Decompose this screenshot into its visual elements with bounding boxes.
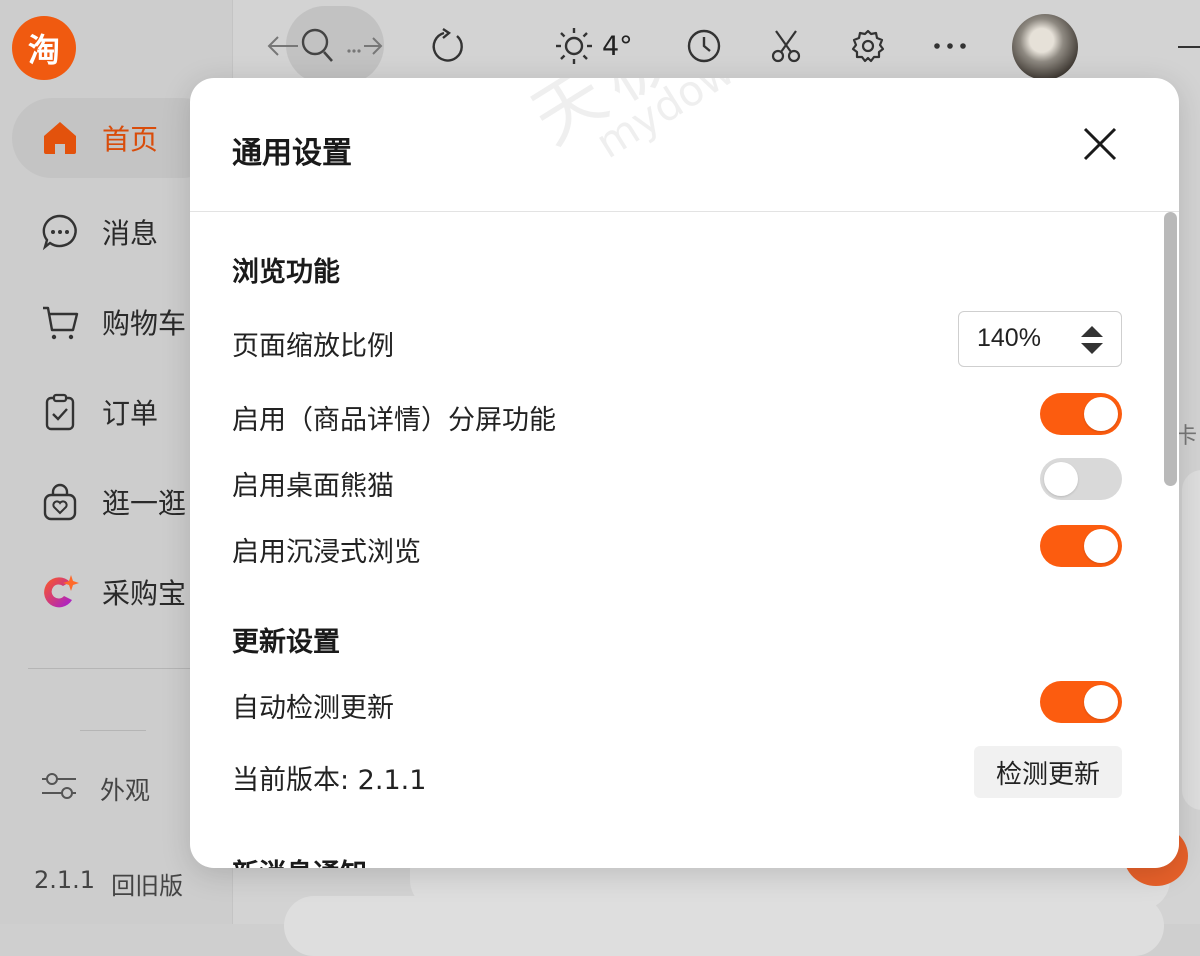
order-icon: [40, 392, 80, 432]
sidebar-divider: [28, 668, 198, 669]
close-icon: [1083, 127, 1117, 161]
gear-icon[interactable]: [850, 22, 886, 70]
zoom-stepper[interactable]: 140%: [958, 311, 1122, 367]
scrollbar-thumb[interactable]: [1164, 212, 1177, 486]
message-icon: [40, 212, 80, 252]
desktop-panda-label: 启用桌面熊猫: [232, 471, 394, 502]
zoom-value: 140%: [977, 324, 1041, 352]
appearance-button[interactable]: 外观: [40, 770, 150, 808]
more-icon[interactable]: [932, 22, 968, 70]
avatar[interactable]: [1012, 14, 1078, 80]
split-screen-label: 启用（商品详情）分屏功能: [232, 405, 556, 436]
toggle-knob: [1084, 529, 1118, 563]
search-icon[interactable]: [299, 22, 335, 70]
modal-header: 通用设置: [190, 78, 1179, 212]
home-icon: [40, 118, 80, 158]
modal-title: 通用设置: [232, 136, 352, 171]
caigoubao-icon: [40, 572, 80, 612]
sidebar-item-label: 首页: [102, 123, 159, 156]
version-text: 2.1.1: [34, 866, 96, 894]
settings-modal: 天极下载站 mydown.yesky.com 通用设置 浏览功能 页面缩放比例 …: [190, 78, 1179, 868]
sidebar-item-label: 订单: [102, 397, 159, 430]
sun-icon: [554, 22, 594, 70]
background-card: [1182, 470, 1200, 810]
section-title-notify: 新消息通知: [232, 852, 367, 868]
toggle-knob: [1044, 462, 1078, 496]
sidebar-item-label: 采购宝: [102, 577, 187, 610]
immersive-toggle[interactable]: [1040, 525, 1122, 567]
scissors-icon[interactable]: [769, 22, 803, 70]
back-icon[interactable]: [266, 22, 300, 70]
sidebar-item-label: 消息: [102, 217, 159, 250]
forward-icon[interactable]: [344, 22, 384, 70]
section-title-browse: 浏览功能: [232, 257, 340, 288]
section-title-update: 更新设置: [232, 627, 340, 658]
modal-body: 浏览功能 页面缩放比例 140% 启用（商品详情）分屏功能 启用桌面熊猫 启用沉…: [190, 212, 1179, 868]
toggle-knob: [1084, 397, 1118, 431]
old-version-label: 回旧版: [111, 872, 184, 900]
close-button[interactable]: [1080, 124, 1120, 164]
current-version-label: 当前版本: 2.1.1: [232, 765, 427, 796]
auto-update-toggle[interactable]: [1040, 681, 1122, 723]
appearance-label: 外观: [100, 776, 151, 805]
check-update-button[interactable]: 检测更新: [974, 746, 1122, 798]
background-card: [284, 896, 1164, 956]
clock-icon[interactable]: [686, 22, 722, 70]
weather-temp: 4°: [602, 30, 633, 62]
sliders-icon: [40, 770, 78, 808]
cart-icon: [40, 302, 80, 342]
refresh-icon[interactable]: [430, 22, 466, 70]
minimize-icon[interactable]: [1178, 46, 1200, 48]
taobao-logo[interactable]: 淘: [12, 16, 76, 80]
old-version-link[interactable]: 2.1.1 回旧版: [34, 866, 183, 901]
desktop-panda-toggle[interactable]: [1040, 458, 1122, 500]
immersive-label: 启用沉浸式浏览: [232, 537, 421, 568]
sidebar-item-label: 逛一逛: [102, 487, 187, 520]
sidebar-item-label: 购物车: [102, 307, 187, 340]
auto-update-label: 自动检测更新: [232, 693, 394, 724]
split-screen-toggle[interactable]: [1040, 393, 1122, 435]
browse-bag-icon: [40, 482, 80, 522]
stepper-arrows-icon[interactable]: [1079, 324, 1105, 356]
zoom-label: 页面缩放比例: [232, 331, 394, 362]
sidebar-divider: [80, 730, 146, 731]
toggle-knob: [1084, 685, 1118, 719]
